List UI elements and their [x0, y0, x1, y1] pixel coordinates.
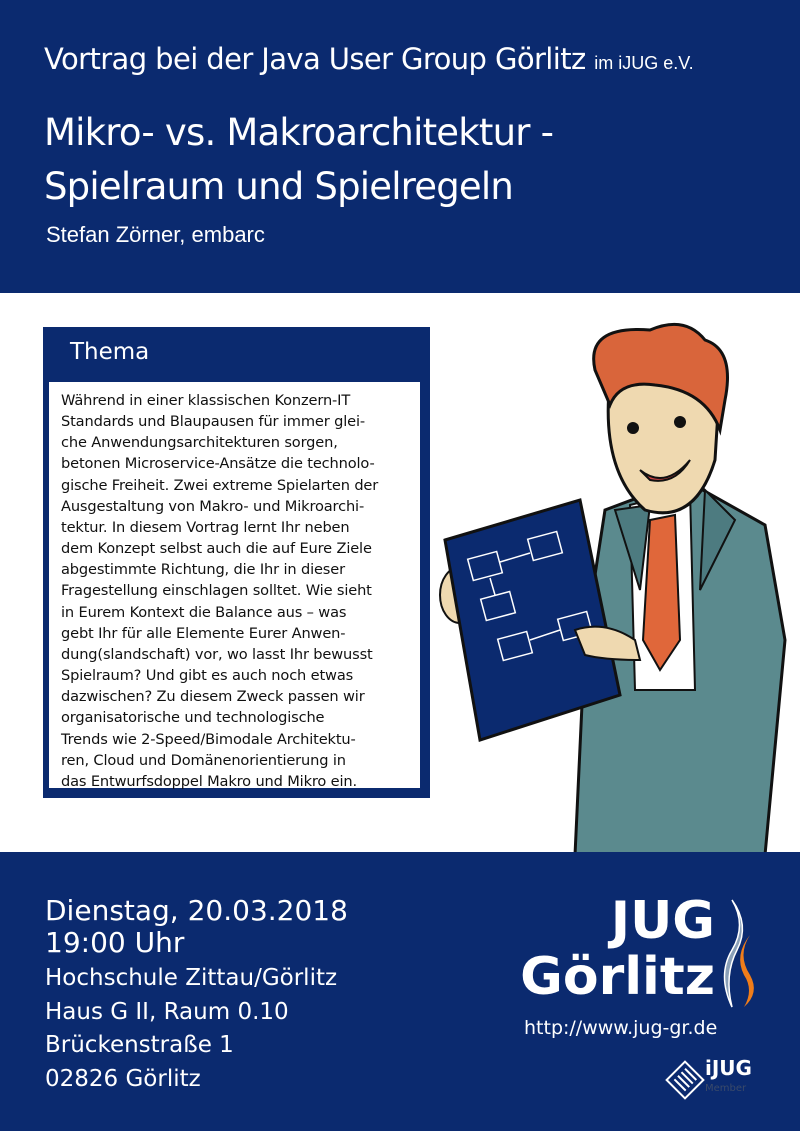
- speaker: Stefan Zörner, embarc: [46, 222, 265, 247]
- abstract-line: das Entwurfsdoppel Makro und Mikro ein.: [61, 772, 358, 790]
- event-suffix: im iJUG e.V.: [594, 53, 694, 73]
- abstract-line: Trends wie 2-Speed/Bimodale Architektu-: [61, 730, 356, 748]
- address-line: 02826 Görlitz: [45, 1066, 201, 1093]
- abstract-line: organisatorische und technologische: [61, 709, 325, 727]
- abstract-line: tektur. In diesem Vortrag lernt Ihr nebe…: [61, 518, 350, 536]
- event-date: Dienstag, 20.03.2018: [45, 894, 348, 927]
- abstract-line: che Anwendungsarchitekturen sorgen,: [61, 434, 338, 452]
- ijug-logo-icon: [665, 1060, 705, 1100]
- abstract-line: betonen Microservice-Ansätze die technol…: [61, 455, 375, 473]
- abstract-line: Während in einer klassischen Konzern-IT: [61, 392, 351, 409]
- ijug-label: iJUG: [705, 1056, 752, 1080]
- event-name: Vortrag bei der Java User Group Görlitz: [44, 42, 586, 76]
- event-address: Hochschule Zittau/Görlitz Haus G II, Rau…: [45, 962, 337, 1097]
- abstract-line: dung(slandschaft) vor, wo lasst Ihr bewu…: [61, 645, 373, 663]
- title-line-1: Mikro- vs. Makroarchitektur -: [44, 111, 554, 154]
- abstract-line: dazwischen? Zu diesem Zweck passen wir: [61, 688, 365, 706]
- address-line: Hochschule Zittau/Görlitz: [45, 965, 338, 991]
- event-time: 19:00 Uhr: [45, 926, 185, 959]
- presenter-illustration: [439, 322, 787, 855]
- abstract-line: Fragestellung einschlagen solltet. Wie s…: [61, 582, 372, 600]
- thema-body: Während in einer klassischen Konzern-IT S…: [47, 380, 422, 790]
- abstract-line: ren, Cloud und Domänenorientierung in: [61, 751, 346, 769]
- abstract-text: Während in einer klassischen Konzern-IT S…: [49, 382, 420, 792]
- header-band: Vortrag bei der Java User Group Görlitz …: [0, 0, 800, 293]
- member-label: Member: [705, 1083, 747, 1094]
- event-line: Vortrag bei der Java User Group Görlitz …: [44, 42, 694, 76]
- abstract-line: Ausgestaltung von Makro- und Mikroarchi-: [61, 497, 365, 515]
- event-datetime: Dienstag, 20.03.2018 19:00 Uhr: [45, 895, 348, 959]
- abstract-line: dem Konzept selbst auch die auf Eure Zie…: [61, 540, 372, 558]
- address-line: Haus G II, Raum 0.10: [45, 998, 289, 1025]
- talk-title: Mikro- vs. Makroarchitektur - Spielraum …: [44, 106, 554, 214]
- abstract-line: gebt Ihr für alle Elemente Eurer Anwen-: [61, 624, 346, 642]
- logo-line-1: JUG: [610, 891, 715, 951]
- jug-goerlitz-logo: JUG Görlitz: [520, 893, 715, 1005]
- thema-box: Thema Während in einer klassischen Konze…: [43, 327, 430, 798]
- logo-line-2: Görlitz: [520, 947, 715, 1007]
- title-line-2: Spielraum und Spielregeln: [44, 165, 514, 208]
- website-link[interactable]: http://www.jug-gr.de: [524, 1017, 717, 1039]
- flame-icon: [723, 899, 754, 1008]
- abstract-line: abgestimmte Richtung, die Ihr in dieser: [61, 561, 345, 579]
- thema-heading: Thema: [70, 339, 150, 365]
- abstract-line: gische Freiheit. Zwei extreme Spielarten…: [61, 476, 379, 494]
- address-line: Brückenstraße 1: [45, 1032, 234, 1059]
- abstract-line: in Eurem Kontext die Balance aus – was: [61, 603, 347, 621]
- abstract-line: Spielraum? Und gibt es auch noch etwas: [61, 667, 354, 685]
- abstract-line: Standards und Blaupausen für immer glei-: [61, 413, 365, 431]
